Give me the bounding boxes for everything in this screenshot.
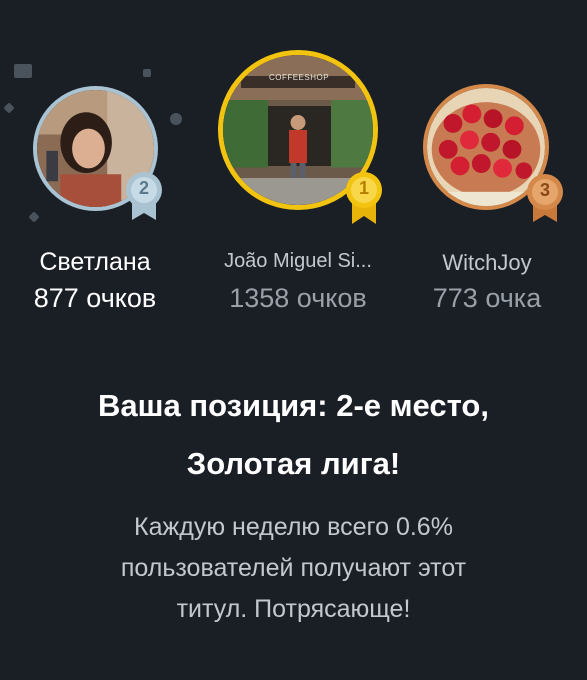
player-points: 773 очка — [432, 283, 542, 313]
player-points: 877 очков — [33, 283, 157, 313]
description-text: титул. Потрясающе! — [176, 595, 411, 623]
confetti-decoration — [143, 69, 151, 77]
description-text: Каждую неделю всего 0.6% — [134, 513, 453, 541]
description-text: пользователей получают этот — [120, 554, 467, 582]
player-name: WitchJoy — [442, 250, 532, 275]
result-headline: Ваша позиция: 2-е место, — [98, 388, 489, 423]
league-title: Золотая лига! — [186, 446, 401, 481]
shop-sign: COFFEESHOP — [268, 73, 330, 82]
player-points: 1358 очков — [229, 283, 367, 313]
confetti-decoration — [28, 211, 40, 223]
player-name: João Miguel Si... — [224, 250, 372, 272]
rank-number: 1 — [358, 178, 369, 198]
rank-number: 2 — [138, 178, 149, 198]
confetti-decoration — [3, 102, 15, 114]
rank-number: 3 — [539, 180, 550, 200]
confetti-decoration — [14, 64, 32, 78]
player-name: Светлана — [39, 248, 151, 276]
confetti-decoration — [170, 113, 182, 125]
